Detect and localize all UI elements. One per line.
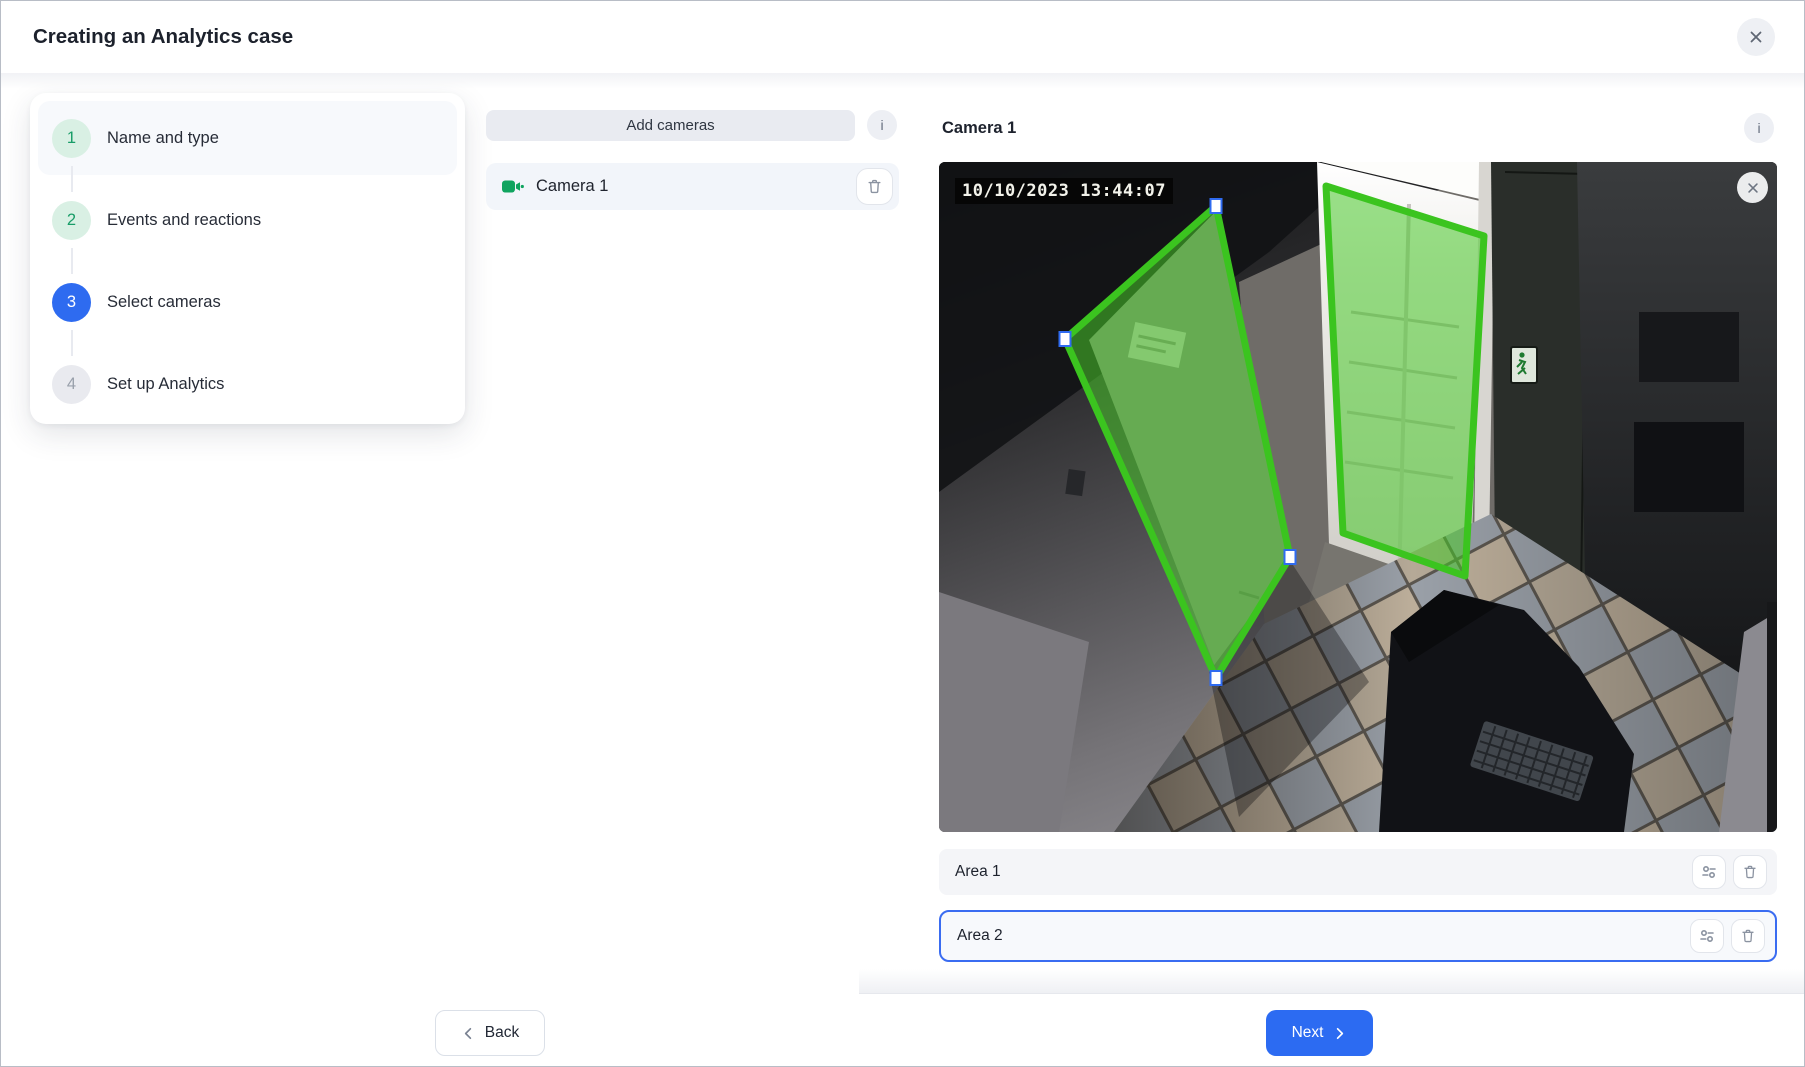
area-handle[interactable] bbox=[1060, 332, 1071, 346]
area-polygon[interactable] bbox=[1326, 186, 1484, 576]
step-item-events-and-reactions[interactable]: 2 Events and reactions bbox=[38, 183, 457, 257]
page-title: Creating an Analytics case bbox=[33, 1, 293, 73]
close-icon bbox=[1746, 181, 1760, 195]
dialog-header: Creating an Analytics case bbox=[1, 1, 1804, 73]
camera-osd-timestamp: 10/10/2023 13:44:07 bbox=[955, 178, 1173, 204]
step-number-badge: 2 bbox=[52, 201, 91, 240]
area-actions bbox=[1692, 855, 1767, 889]
trash-icon bbox=[866, 178, 883, 195]
camera-preview-image: 10/10/2023 13:44:07 bbox=[939, 162, 1777, 832]
add-cameras-info-icon[interactable]: i bbox=[867, 110, 897, 140]
area-overlay-svg[interactable] bbox=[939, 162, 1777, 832]
step-label: Set up Analytics bbox=[107, 375, 224, 394]
area-row-2[interactable]: Area 2 bbox=[939, 910, 1777, 962]
analytics-case-dialog: Creating an Analytics case 1 Name and ty… bbox=[0, 0, 1805, 1067]
step-label: Events and reactions bbox=[107, 211, 261, 230]
area-handle[interactable] bbox=[1211, 199, 1222, 213]
camera-list-item[interactable]: Camera 1 bbox=[486, 163, 899, 210]
area-settings-button[interactable] bbox=[1690, 919, 1724, 953]
add-cameras-button[interactable]: Add cameras bbox=[486, 110, 855, 141]
area-handle[interactable] bbox=[1285, 550, 1296, 564]
step-label: Name and type bbox=[107, 129, 219, 148]
header-shadow bbox=[1, 73, 1804, 89]
step-item-set-up-analytics[interactable]: 4 Set up Analytics bbox=[38, 347, 457, 421]
chevron-left-icon bbox=[461, 1026, 476, 1041]
camera-name: Camera 1 bbox=[536, 177, 608, 196]
step-label: Select cameras bbox=[107, 293, 221, 312]
dialog-close-button[interactable] bbox=[1737, 18, 1775, 56]
back-button[interactable]: Back bbox=[435, 1010, 545, 1056]
close-icon bbox=[1748, 29, 1764, 45]
chevron-right-icon bbox=[1332, 1026, 1347, 1041]
step-number-badge: 4 bbox=[52, 365, 91, 404]
area-settings-button[interactable] bbox=[1692, 855, 1726, 889]
area-actions bbox=[1690, 919, 1765, 953]
preview-camera-title: Camera 1 bbox=[942, 113, 1016, 143]
area-delete-button[interactable] bbox=[1733, 855, 1767, 889]
wizard-steps-card: 1 Name and type 2 Events and reactions 3… bbox=[30, 93, 465, 424]
trash-icon bbox=[1742, 864, 1758, 880]
area-row-1[interactable]: Area 1 bbox=[939, 849, 1777, 895]
footer-divider bbox=[859, 993, 1804, 994]
scroll-fade bbox=[859, 969, 1804, 993]
remove-camera-button[interactable] bbox=[856, 168, 893, 205]
area-label: Area 2 bbox=[957, 927, 1003, 945]
trash-icon bbox=[1740, 928, 1756, 944]
step-item-select-cameras[interactable]: 3 Select cameras bbox=[38, 265, 457, 339]
preview-close-button[interactable] bbox=[1737, 172, 1768, 203]
step-item-name-and-type[interactable]: 1 Name and type bbox=[38, 101, 457, 175]
step-number-badge: 3 bbox=[52, 283, 91, 322]
step-connector bbox=[71, 330, 73, 356]
area-label: Area 1 bbox=[955, 863, 1001, 881]
area-handle[interactable] bbox=[1211, 671, 1222, 685]
step-connector bbox=[71, 166, 73, 192]
preview-info-icon[interactable]: i bbox=[1744, 113, 1774, 143]
next-button[interactable]: Next bbox=[1266, 1010, 1373, 1056]
area-polygon[interactable] bbox=[1065, 206, 1290, 678]
step-connector bbox=[71, 248, 73, 274]
video-camera-icon bbox=[502, 179, 524, 194]
tune-icon bbox=[1699, 928, 1715, 944]
area-delete-button[interactable] bbox=[1731, 919, 1765, 953]
step-number-badge: 1 bbox=[52, 119, 91, 158]
tune-icon bbox=[1701, 864, 1717, 880]
next-button-label: Next bbox=[1292, 1024, 1324, 1042]
back-button-label: Back bbox=[485, 1024, 519, 1042]
